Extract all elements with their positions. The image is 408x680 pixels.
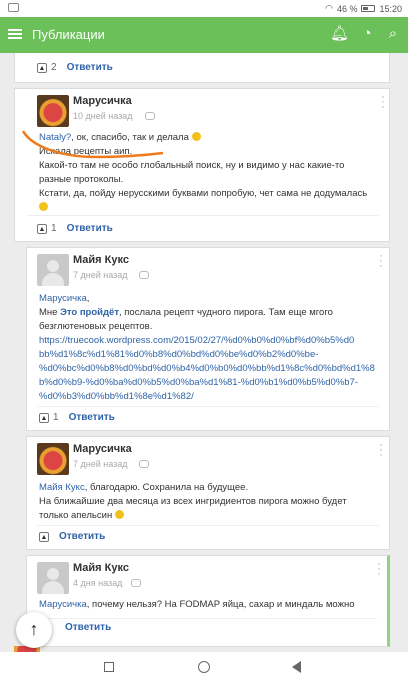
comment-author[interactable]: Майя Кукс xyxy=(73,254,129,266)
recents-icon[interactable] xyxy=(104,662,114,672)
comment-text: , послала рецепт чудного пирога. Там еще… xyxy=(118,307,333,318)
ok-hand-emoji xyxy=(191,132,201,141)
mention-link[interactable]: Марусичка xyxy=(39,293,87,304)
grimace-emoji xyxy=(114,510,124,519)
page-title: Публикации xyxy=(32,27,105,42)
orange-underline-annotation xyxy=(21,130,164,159)
like-count: 1 xyxy=(53,412,59,423)
like-icon[interactable]: ▲ xyxy=(39,412,49,423)
reply-button[interactable]: Ответить xyxy=(65,622,111,633)
comment-body: Марусичка, почему нельзя? На FODMAP яйца… xyxy=(39,598,385,612)
reply-button[interactable]: Ответить xyxy=(67,223,113,234)
mention-link[interactable]: Это пройдёт xyxy=(60,307,119,318)
like-icon[interactable]: ▲ xyxy=(39,531,49,542)
comment-text: только апельсин xyxy=(39,510,113,521)
comment-body: Майя Кукс, благодарю. Сохранила на будущ… xyxy=(39,481,385,523)
avatar[interactable] xyxy=(37,443,69,475)
comment-date: 7 дней назад xyxy=(73,459,128,469)
recipe-url-link[interactable]: https://truecook.wordpress.com/2015/02/2… xyxy=(39,335,375,402)
home-icon[interactable] xyxy=(198,661,210,673)
avatar[interactable] xyxy=(37,254,69,286)
avatar[interactable] xyxy=(37,562,69,594)
notification-icon xyxy=(8,3,19,12)
comment-text: Кстати, да, пойду нерусскими буквами поп… xyxy=(39,188,368,199)
comment-card: Майя Кукс 7 дней назад · · · Марусичка, Мн… xyxy=(26,247,390,431)
reply-button[interactable]: Ответить xyxy=(67,62,113,73)
like-icon[interactable]: ▲ xyxy=(37,223,47,234)
comment-bubble-icon[interactable] xyxy=(131,579,141,587)
app-bar: Публикации 🔔︎ ◔ ⌕ xyxy=(0,17,408,53)
wifi-icon: ◠ xyxy=(325,3,333,13)
like-count: 2 xyxy=(51,62,57,73)
comment-author[interactable]: Марусичка xyxy=(73,443,132,455)
rss-icon[interactable]: ◔ xyxy=(358,25,376,43)
status-bar: ◠ 46 % 15:20 xyxy=(0,0,408,17)
embarrassed-emoji xyxy=(39,202,48,211)
more-options-icon[interactable]: · · · xyxy=(379,440,383,461)
comment-card: Марусичка 7 дней назад · · · Майя Кукс, бл… xyxy=(26,436,390,550)
comment-body: Марусичка, Мне Это пройдёт, послала реце… xyxy=(39,293,375,402)
comment-text: разные протоколы. xyxy=(39,174,124,185)
comment-date: 10 дней назад xyxy=(73,111,133,121)
more-options-icon[interactable]: · · · xyxy=(379,251,383,272)
reply-button[interactable]: Ответить xyxy=(69,412,115,423)
more-options-icon[interactable]: · · · xyxy=(381,92,385,113)
reply-button[interactable]: Ответить xyxy=(59,531,105,542)
comment-text: безглютеновых рецептов. xyxy=(39,321,153,332)
comment-date: 4 дня назад xyxy=(73,578,123,588)
clock: 15:20 xyxy=(379,3,402,14)
scroll-to-top-button[interactable]: ↑ xyxy=(16,612,52,648)
like-icon[interactable]: ▲ xyxy=(37,62,47,73)
avatar[interactable] xyxy=(37,95,69,127)
comment-card: Майя Кукс 4 дня назад · · · Марусичка, поч… xyxy=(26,555,390,647)
comment-card-previous: ▲ 2 Ответить xyxy=(14,53,390,83)
back-icon[interactable] xyxy=(292,661,301,673)
comment-text: , почему нельзя? На FODMAP яйца, сахар и… xyxy=(86,599,355,610)
mention-link[interactable]: Марусичка xyxy=(39,599,87,610)
more-options-icon[interactable]: · · · xyxy=(377,559,381,580)
comment-bubble-icon[interactable] xyxy=(139,460,149,468)
menu-icon[interactable] xyxy=(8,27,22,41)
mention-link[interactable]: Майя Кукс xyxy=(39,482,85,493)
comment-card: Марусичка 10 дней назад · · · Nataly?, ок,… xyxy=(14,88,390,242)
search-icon[interactable]: ⌕ xyxy=(384,25,402,43)
comment-bubble-icon[interactable] xyxy=(145,112,155,120)
comment-text: Мне xyxy=(39,307,61,318)
comment-author[interactable]: Марусичка xyxy=(73,95,132,107)
system-nav-bar xyxy=(0,652,408,680)
comment-text: На ближайшие два месяца из всех ингридие… xyxy=(39,496,347,507)
battery-percent: 46 % xyxy=(336,3,358,14)
battery-icon xyxy=(361,5,376,12)
comment-text: , благодарю. Сохранила на будущее. xyxy=(84,482,249,493)
comment-author[interactable]: Майя Кукс xyxy=(73,562,129,574)
comment-date: 7 дней назад xyxy=(73,270,128,280)
like-count: 1 xyxy=(51,223,57,234)
bell-icon[interactable]: 🔔︎ xyxy=(330,25,349,43)
comment-bubble-icon[interactable] xyxy=(139,271,149,279)
